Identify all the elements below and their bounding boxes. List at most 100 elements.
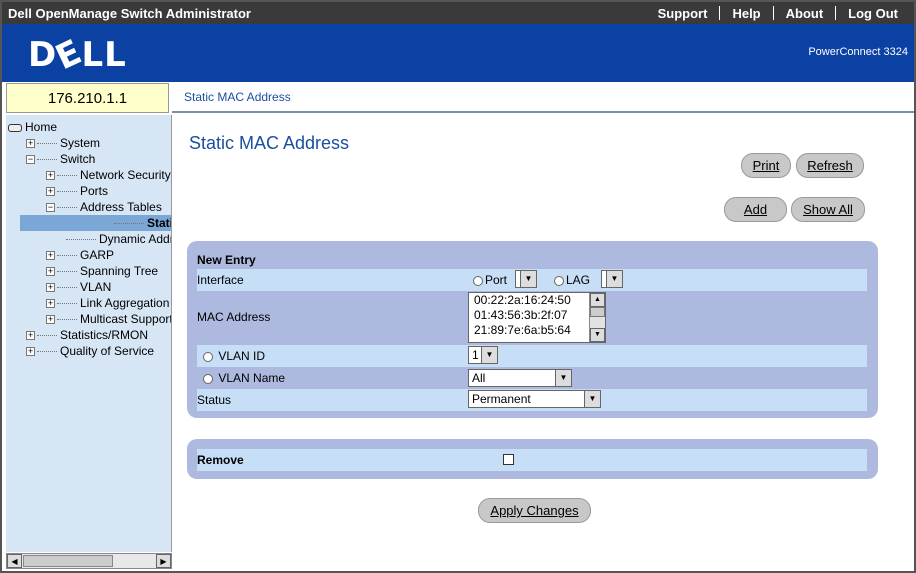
- home-icon: [8, 123, 22, 132]
- title-bar: Dell OpenManage Switch Administrator Sup…: [2, 2, 914, 24]
- remove-panel: Remove: [187, 439, 878, 479]
- sidebar-item-address-tables[interactable]: − Address Tables: [6, 199, 162, 215]
- list-item[interactable]: 01:43:56:3b:2f:07: [469, 308, 605, 323]
- sidebar-item-statistics-rmon[interactable]: + Statistics/RMON: [6, 327, 148, 343]
- expand-icon[interactable]: +: [46, 267, 55, 277]
- sidebar-item-multicast-support[interactable]: + Multicast Support: [6, 311, 172, 327]
- list-scrollbar[interactable]: ▲ ▼: [589, 293, 605, 342]
- scroll-right-icon[interactable]: ▶: [156, 554, 171, 568]
- tree-connector: [57, 303, 77, 305]
- vlan-id-row: VLAN ID 1 ▼: [197, 345, 867, 367]
- tree-connector: [37, 159, 57, 161]
- sidebar-horizontal-scrollbar[interactable]: ◀ ▶: [6, 553, 172, 569]
- port-select[interactable]: ▼: [515, 270, 537, 288]
- expand-icon[interactable]: +: [26, 139, 35, 149]
- scroll-thumb[interactable]: [23, 555, 113, 567]
- product-name: PowerConnect 3324: [808, 46, 908, 58]
- chevron-down-icon: ▼: [520, 271, 536, 287]
- expand-icon[interactable]: +: [46, 187, 55, 197]
- sidebar-item-label: Dynamic Address: [99, 232, 171, 246]
- sidebar-item-vlan[interactable]: + VLAN: [6, 279, 111, 295]
- expand-icon[interactable]: +: [46, 299, 55, 309]
- port-radio[interactable]: [473, 275, 483, 286]
- sidebar-item-label: Address Tables: [80, 200, 162, 214]
- dell-logo: DELL: [28, 31, 127, 79]
- sidebar-item-label: Multicast Support: [80, 312, 172, 326]
- expand-icon[interactable]: +: [46, 171, 55, 181]
- sidebar-item-label: GARP: [80, 248, 115, 262]
- tree-connector: [57, 175, 77, 177]
- chevron-down-icon: ▼: [555, 370, 571, 386]
- about-link[interactable]: About: [774, 6, 836, 21]
- expand-icon[interactable]: +: [46, 283, 55, 293]
- vlan-name-select[interactable]: All ▼: [468, 369, 572, 387]
- sidebar-item-system[interactable]: + System: [6, 135, 100, 151]
- mac-address-list[interactable]: 00:22:2a:16:24:50 01:43:56:3b:2f:07 21:8…: [468, 292, 606, 343]
- status-select[interactable]: Permanent ▼: [468, 390, 601, 408]
- chevron-down-icon: ▼: [481, 347, 497, 363]
- add-button[interactable]: Add: [724, 197, 787, 222]
- vlan-name-radio[interactable]: [203, 373, 213, 384]
- show-all-button[interactable]: Show All: [791, 197, 865, 222]
- apply-changes-button[interactable]: Apply Changes: [478, 498, 591, 523]
- expand-icon[interactable]: +: [26, 331, 35, 341]
- expand-icon[interactable]: +: [26, 347, 35, 357]
- sidebar-item-label: Ports: [80, 184, 109, 198]
- mac-address-label: MAC Address: [197, 310, 271, 324]
- help-link[interactable]: Help: [720, 6, 772, 21]
- list-item[interactable]: 00:22:2a:16:24:50: [469, 293, 605, 308]
- vlan-name-row: VLAN Name All ▼: [197, 367, 867, 389]
- tree-connector: [57, 319, 77, 321]
- lag-select[interactable]: ▼: [601, 270, 623, 288]
- sidebar-item-label: Switch: [60, 152, 96, 166]
- interface-label: Interface: [197, 273, 244, 287]
- sidebar-item-home[interactable]: Home: [6, 119, 57, 135]
- tree-connector: [114, 223, 144, 225]
- tree-connector: [37, 351, 57, 353]
- status-value: Permanent: [472, 392, 531, 406]
- lag-radio[interactable]: [554, 275, 564, 286]
- list-item[interactable]: 21:89:7e:6a:b5:64: [469, 323, 605, 338]
- nav-tree: Home + System − Switch + Network Security + Port…: [6, 115, 172, 552]
- sidebar-item-switch[interactable]: − Switch: [6, 151, 95, 167]
- sidebar-item-dynamic-address[interactable]: Dynamic Address: [6, 231, 171, 247]
- vlan-name-value: All: [472, 371, 486, 385]
- vlan-name-label: VLAN Name: [218, 371, 286, 385]
- vlan-id-label: VLAN ID: [218, 349, 266, 363]
- sidebar-item-link-aggregation[interactable]: + Link Aggregation: [6, 295, 169, 311]
- refresh-button[interactable]: Refresh: [796, 153, 864, 178]
- remove-checkbox[interactable]: [503, 454, 514, 465]
- support-link[interactable]: Support: [646, 6, 720, 21]
- expand-icon[interactable]: +: [46, 251, 55, 261]
- sidebar-item-quality-of-service[interactable]: + Quality of Service: [6, 343, 154, 359]
- tree-connector: [57, 271, 77, 273]
- collapse-icon[interactable]: −: [46, 203, 55, 213]
- lag-label: LAG: [566, 273, 591, 287]
- vlan-id-option: VLAN ID: [203, 349, 265, 363]
- sidebar-item-network-security[interactable]: + Network Security: [6, 167, 171, 183]
- sidebar-item-ports[interactable]: + Ports: [6, 183, 108, 199]
- breadcrumb: Static MAC Address: [172, 83, 914, 113]
- tree-connector: [37, 335, 57, 337]
- vlan-id-select[interactable]: 1 ▼: [468, 346, 498, 364]
- scroll-down-icon[interactable]: ▼: [590, 328, 605, 342]
- vlan-id-value: 1: [472, 348, 479, 362]
- sidebar-item-label: Home: [25, 120, 58, 134]
- tree-connector: [66, 239, 96, 241]
- sidebar-item-spanning-tree[interactable]: + Spanning Tree: [6, 263, 158, 279]
- logout-link[interactable]: Log Out: [836, 6, 910, 21]
- vlan-name-option: VLAN Name: [203, 371, 285, 385]
- device-ip: 176.210.1.1: [6, 83, 169, 113]
- sidebar-item-static-address[interactable]: Static Address: [20, 215, 171, 231]
- print-button[interactable]: Print: [741, 153, 791, 178]
- collapse-icon[interactable]: −: [26, 155, 35, 165]
- scroll-thumb[interactable]: [590, 307, 605, 317]
- sidebar-item-garp[interactable]: + GARP: [6, 247, 114, 263]
- tree-connector: [57, 255, 77, 257]
- remove-label: Remove: [197, 453, 244, 467]
- app-window: Dell OpenManage Switch Administrator Sup…: [0, 0, 916, 573]
- expand-icon[interactable]: +: [46, 315, 55, 325]
- vlan-id-radio[interactable]: [203, 351, 213, 362]
- scroll-left-icon[interactable]: ◀: [7, 554, 22, 568]
- scroll-up-icon[interactable]: ▲: [590, 293, 605, 307]
